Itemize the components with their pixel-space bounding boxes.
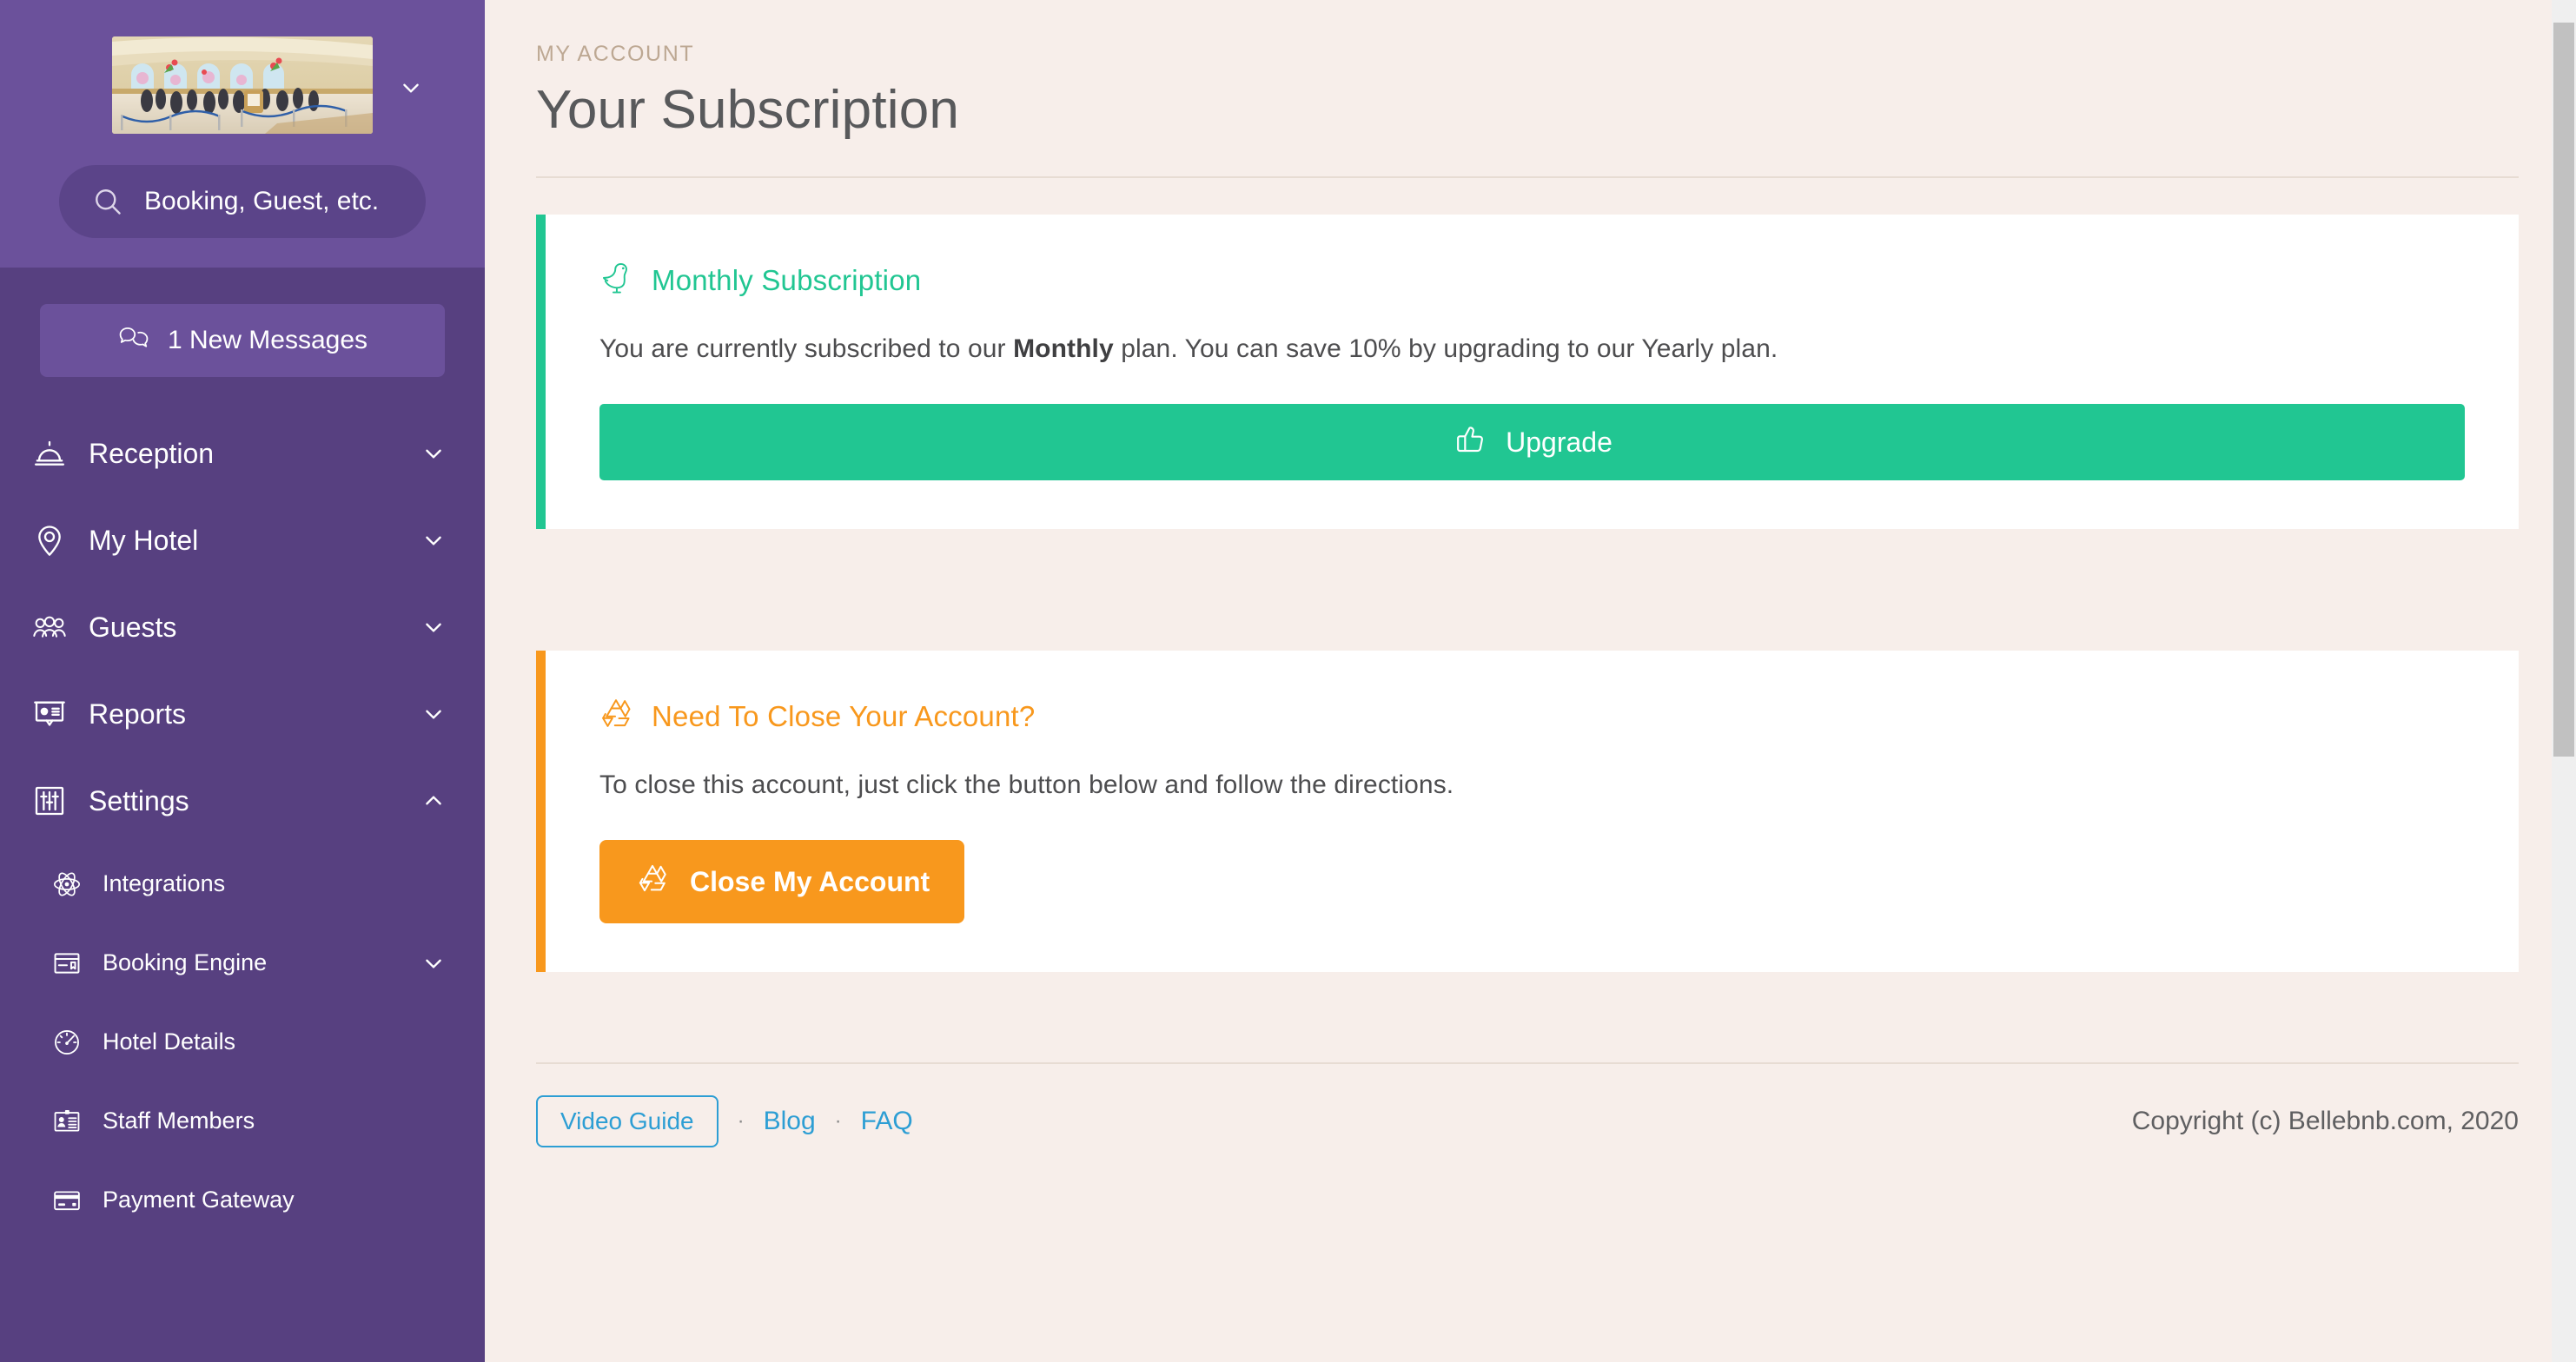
sidebar-item-reception[interactable]: Reception <box>0 410 485 497</box>
hotel-selector[interactable] <box>0 36 485 134</box>
sidebar-item-label: Hotel Details <box>103 1028 236 1055</box>
sidebar-item-booking-engine[interactable]: Booking Engine <box>0 923 485 1002</box>
search-icon <box>92 186 123 217</box>
sidebar-item-guests[interactable]: Guests <box>0 584 485 671</box>
recycle-icon <box>599 696 632 737</box>
subscription-plan-name: Monthly <box>1013 334 1114 363</box>
chevron-down-icon[interactable] <box>422 703 445 725</box>
id-card-icon <box>50 1105 83 1138</box>
subscription-description: You are currently subscribed to our Mont… <box>599 334 2465 364</box>
messages-section: 1 New Messages <box>0 268 485 393</box>
sidebar-item-reports[interactable]: Reports <box>0 671 485 757</box>
page-scrollbar-thumb[interactable] <box>2553 23 2574 757</box>
sidebar-item-label: Reports <box>89 698 187 730</box>
sidebar-item-label: Reception <box>89 437 215 469</box>
footer-separator: · <box>834 1109 842 1133</box>
sidebar-item-hotel-details[interactable]: Hotel Details <box>0 1002 485 1081</box>
sidebar-item-settings[interactable]: Settings <box>0 757 485 844</box>
bird-icon <box>599 260 632 301</box>
recycle-icon <box>634 863 671 901</box>
presentation-chart-icon <box>30 694 70 734</box>
search-box[interactable] <box>59 165 426 238</box>
sidebar-item-label: Guests <box>89 611 177 643</box>
main-navigation: Reception My Hotel Guests Reports Settin… <box>0 393 485 1240</box>
gauge-icon <box>50 1026 83 1059</box>
atom-icon <box>50 868 83 901</box>
subscription-title-text: Monthly Subscription <box>652 264 922 296</box>
close-my-account-button[interactable]: Close My Account <box>599 840 965 923</box>
app-root: 1 New Messages Reception <box>0 0 2576 1362</box>
sidebar-item-integrations[interactable]: Integrations <box>0 844 485 923</box>
new-messages-label: 1 New Messages <box>167 326 368 354</box>
sidebar-header <box>0 0 485 268</box>
sidebar-item-label: Payment Gateway <box>103 1187 295 1213</box>
close-account-description: To close this account, just click the bu… <box>599 770 1454 799</box>
chevron-down-icon[interactable] <box>422 442 445 465</box>
video-guide-button[interactable]: Video Guide <box>536 1095 718 1147</box>
service-bell-icon <box>30 433 70 473</box>
sidebar-item-label: Staff Members <box>103 1107 255 1134</box>
map-pin-icon <box>30 520 70 560</box>
sidebar-item-my-hotel[interactable]: My Hotel <box>0 497 485 584</box>
blog-link[interactable]: Blog <box>764 1107 816 1136</box>
thumbs-up-icon <box>1452 421 1487 463</box>
chat-bubbles-icon <box>117 324 150 357</box>
copyright-text: Copyright (c) Bellebnb.com, 2020 <box>2131 1107 2519 1135</box>
sidebar-item-label: Integrations <box>103 870 226 896</box>
subscription-text-before: You are currently subscribed to our <box>599 334 1014 363</box>
chevron-up-icon[interactable] <box>422 790 445 812</box>
credit-card-icon <box>50 1184 83 1217</box>
upgrade-button[interactable]: Upgrade <box>599 404 2465 480</box>
chevron-down-icon[interactable] <box>422 616 445 638</box>
search-input[interactable] <box>144 187 422 216</box>
close-account-card-title: Need To Close Your Account? <box>599 696 2465 737</box>
page-header: MY ACCOUNT Your Subscription <box>514 0 2519 141</box>
sidebar-item-label: Settings <box>89 784 189 817</box>
close-my-account-label: Close My Account <box>690 865 930 897</box>
sidebar-item-label: My Hotel <box>89 524 199 556</box>
close-account-card: Need To Close Your Account? To close thi… <box>536 651 2519 972</box>
settings-submenu: Integrations Booking Engine Hotel Detail… <box>0 844 485 1240</box>
breadcrumb: MY ACCOUNT <box>536 42 695 66</box>
close-account-title-text: Need To Close Your Account? <box>652 700 1036 732</box>
sidebar: 1 New Messages Reception <box>0 0 485 1362</box>
main-content: MY ACCOUNT Your Subscription Monthly Sub… <box>485 0 2576 1362</box>
page-scrollbar-track[interactable] <box>2552 0 2576 1362</box>
subscription-card-title: Monthly Subscription <box>599 260 2465 301</box>
footer-separator: · <box>737 1109 745 1133</box>
page-title: Your Subscription <box>536 80 960 140</box>
chevron-down-icon[interactable] <box>400 76 422 99</box>
chevron-down-icon[interactable] <box>422 529 445 552</box>
sliders-icon <box>30 781 70 821</box>
faq-link[interactable]: FAQ <box>861 1107 913 1136</box>
chevron-down-icon[interactable] <box>422 952 445 975</box>
upgrade-button-label: Upgrade <box>1506 426 1612 458</box>
new-messages-button[interactable]: 1 New Messages <box>40 304 445 377</box>
sidebar-item-label: Booking Engine <box>103 949 268 975</box>
hotel-lobby-photo[interactable] <box>112 36 373 134</box>
footer: Video Guide · Blog · FAQ Copyright (c) B… <box>536 1064 2519 1147</box>
header-divider <box>536 176 2519 178</box>
subscription-text-after: plan. You can save 10% by upgrading to o… <box>1113 334 1778 363</box>
sidebar-item-staff-members[interactable]: Staff Members <box>0 1081 485 1160</box>
sidebar-item-payment-gateway[interactable]: Payment Gateway <box>0 1160 485 1240</box>
people-icon <box>30 607 70 647</box>
browser-tag-icon <box>50 947 83 980</box>
subscription-card: Monthly Subscription You are currently s… <box>536 215 2519 529</box>
